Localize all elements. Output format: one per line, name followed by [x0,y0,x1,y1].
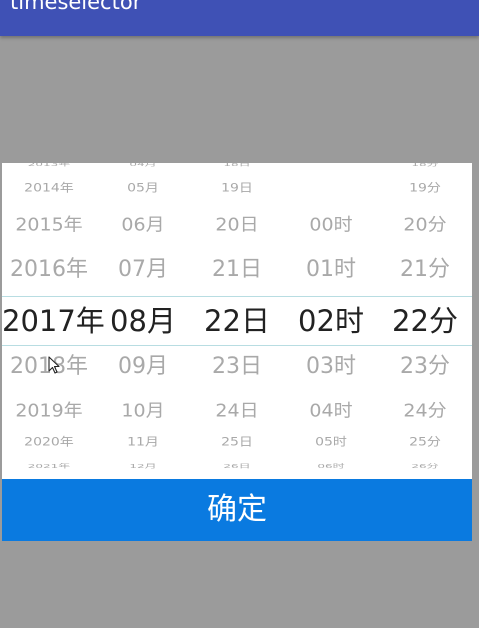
month-option[interactable]: 11月 [96,435,190,450]
hour-option[interactable]: 03时 [284,353,378,381]
hour-option[interactable]: 00时 [284,214,378,236]
month-option[interactable]: 05月 [96,181,190,196]
time-picker-wheel[interactable]: 2013年2014年2015年2016年2017年2018年2019年2020年… [2,163,472,479]
month-option[interactable]: 07月 [96,256,190,284]
hour-option[interactable]: 06时 [284,463,378,470]
selected-year-item[interactable]: 2017年 [2,303,105,339]
minute-option[interactable]: 20分 [378,214,472,236]
hour-wheel[interactable]: 00时 01时 02时 03时 04时 05时 06时 [284,163,378,479]
day-option[interactable]: 24日 [190,400,284,422]
minute-option[interactable]: 24分 [378,400,472,422]
year-option[interactable]: 2013年 [2,163,96,168]
year-option[interactable]: 2019年 [2,400,96,422]
selected-month-item[interactable]: 08月 [96,303,190,339]
year-option[interactable]: 2014年 [2,181,96,196]
selected-hour-item[interactable]: 02时 [284,303,378,339]
month-option[interactable]: 09月 [96,353,190,381]
day-option[interactable]: 26日 [190,463,284,470]
day-option[interactable]: 21日 [190,256,284,284]
minute-wheel[interactable]: 18分 19分 20分 21分 22分 23分 24分 25分 26分 [378,163,472,479]
year-option[interactable]: 2016年 [2,256,96,284]
day-option[interactable]: 25日 [190,435,284,450]
selected-minute-item[interactable]: 22分 [378,303,472,339]
hour-option[interactable]: 01时 [284,256,378,284]
year-option[interactable]: 2021年 [2,463,96,470]
day-wheel[interactable]: 18日 19日 20日 21日 22日 23日 24日 25日 26日 [190,163,284,479]
selected-day-item[interactable]: 22日 [190,303,284,339]
app-bar: timeselector [0,0,479,36]
month-option[interactable]: 04月 [96,163,190,168]
day-option[interactable]: 23日 [190,353,284,381]
app-title: timeselector [10,0,142,14]
minute-option[interactable]: 25分 [378,435,472,450]
minute-option[interactable]: 23分 [378,353,472,381]
minute-option[interactable]: 26分 [378,463,472,470]
year-wheel[interactable]: 2013年2014年2015年2016年2017年2018年2019年2020年… [2,163,105,479]
month-wheel[interactable]: 04月 05月 06月 07月 08月 09月 10月 11月 12月 [96,163,190,479]
month-option[interactable]: 10月 [96,400,190,422]
year-option[interactable]: 2015年 [2,214,96,236]
month-option[interactable]: 06月 [96,214,190,236]
minute-option[interactable]: 19分 [378,181,472,196]
day-option[interactable]: 20日 [190,214,284,236]
time-selector-dialog: 2013年2014年2015年2016年2017年2018年2019年2020年… [2,163,472,541]
hour-option[interactable]: 05时 [284,435,378,450]
month-option[interactable]: 12月 [96,463,190,470]
minute-option[interactable]: 21分 [378,256,472,284]
year-option[interactable]: 2020年 [2,435,96,450]
selection-divider-top [2,296,472,297]
selection-divider-bottom [2,345,472,346]
day-option[interactable]: 18日 [190,163,284,168]
hour-option[interactable]: 04时 [284,400,378,422]
day-option[interactable]: 19日 [190,181,284,196]
minute-option[interactable]: 18分 [378,163,472,168]
mouse-pointer-icon [48,356,60,374]
confirm-button[interactable]: 确定 [2,479,472,541]
